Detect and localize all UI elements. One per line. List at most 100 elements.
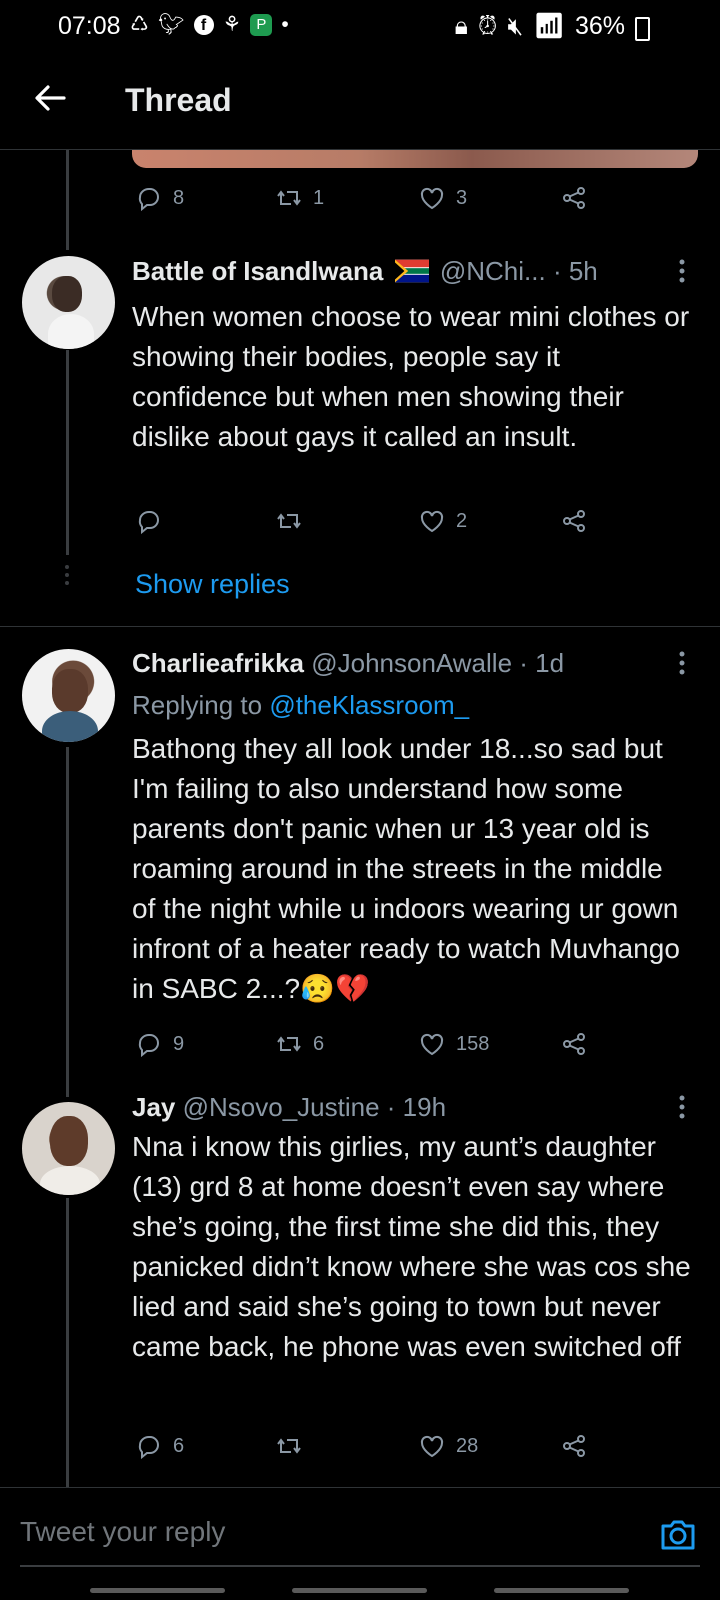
retweet-button[interactable]: 6	[275, 1030, 324, 1058]
status-time: 07:08	[58, 12, 121, 40]
mention-link[interactable]: @theKlassroom_	[269, 690, 469, 720]
reply-button[interactable]: 9	[135, 1030, 184, 1058]
reply-button[interactable]: 8	[135, 184, 184, 212]
back-arrow-icon[interactable]	[30, 78, 70, 118]
emoji: 😥💔	[300, 973, 370, 1004]
like-icon	[420, 510, 444, 533]
mute-icon: 🔇︎	[507, 12, 524, 40]
tweet-author-row: Jay @Nsovo_Justine · 19h	[132, 1092, 446, 1123]
tweet-actions: 8 1 3	[135, 184, 615, 218]
share-button[interactable]	[560, 1432, 588, 1460]
tweet-text-container: Bathong they all look under 18...so sad …	[132, 729, 692, 1009]
like-count: 3	[456, 186, 468, 209]
more-icon[interactable]	[678, 258, 686, 284]
share-button[interactable]	[560, 507, 588, 535]
nav-recents[interactable]	[90, 1588, 225, 1593]
replying-to: Replying to @theKlassroom_	[132, 690, 469, 721]
retweet-button[interactable]	[275, 1432, 313, 1460]
reply-input[interactable]: Tweet your reply	[20, 1516, 225, 1548]
system-icons: 🔒︎ ⏰︎ 🔇︎ 📶︎ 36%	[455, 12, 650, 41]
like-button[interactable]: 28	[418, 1432, 478, 1460]
avatar[interactable]	[22, 256, 115, 349]
reply-input-underline	[20, 1565, 700, 1567]
tweet-text: When women choose to wear mini clothes o…	[132, 301, 690, 452]
nav-back[interactable]	[494, 1588, 629, 1593]
retweet-count: 6	[313, 1032, 325, 1055]
page-title: Thread	[125, 82, 232, 118]
notification-icons: ♺ 🐦︎ f ⚘ P •	[130, 12, 289, 37]
avatar[interactable]	[22, 1102, 115, 1195]
tweet-time: · 5h	[552, 256, 598, 286]
bird-icon: 🐦︎	[157, 12, 185, 36]
like-count: 2	[456, 509, 468, 532]
more-icon[interactable]	[678, 650, 686, 676]
display-name[interactable]: Jay	[132, 1092, 175, 1122]
lock-icon: 🔒︎	[454, 12, 468, 40]
display-name[interactable]: Battle of Isandlwana	[132, 256, 383, 286]
battery-level: 36%	[574, 12, 625, 40]
like-button[interactable]: 3	[418, 184, 467, 212]
facebook-icon: f	[193, 14, 214, 35]
tweet-actions: 6 28	[135, 1432, 615, 1466]
replying-to-label: Replying to	[132, 690, 263, 720]
share-icon	[563, 510, 585, 532]
app-icon: P	[250, 13, 273, 36]
like-count: 28	[456, 1434, 479, 1457]
person-icon: ⚘	[222, 13, 242, 36]
user-handle[interactable]: @Nsovo_Justine	[183, 1092, 380, 1122]
reply-count: 9	[173, 1032, 185, 1055]
reply-button[interactable]: 6	[135, 1432, 184, 1460]
like-button[interactable]: 2	[418, 507, 467, 535]
tweet-time: · 1d	[519, 648, 565, 678]
flag-icon	[394, 259, 429, 283]
retweet-count: 1	[313, 186, 325, 209]
top-app-bar: Thread	[0, 54, 720, 150]
reply-icon	[138, 188, 159, 212]
user-handle[interactable]: @JohnsonAwalle	[311, 648, 512, 678]
avatar[interactable]	[22, 649, 115, 742]
alarm-icon: ⏰︎	[477, 12, 498, 40]
share-icon	[563, 1435, 585, 1457]
retweet-icon	[277, 190, 301, 206]
share-icon	[563, 187, 585, 209]
retweet-button[interactable]	[275, 507, 313, 535]
sync-icon: ♺	[130, 13, 149, 36]
retweet-icon	[277, 513, 301, 529]
share-icon	[563, 1033, 585, 1055]
tweet-actions: 2	[135, 507, 615, 541]
thread-connector	[66, 747, 69, 1097]
status-bar: 07:08 ♺ 🐦︎ f ⚘ P • 🔒︎ ⏰︎ 🔇︎ 📶︎ 36%	[0, 0, 720, 54]
nav-home[interactable]	[292, 1588, 427, 1593]
tweet-author-row: Charlieafrikka @JohnsonAwalle · 1d	[132, 648, 564, 679]
like-count: 158	[456, 1032, 490, 1055]
thread-divider	[0, 626, 720, 627]
tweet-time: · 19h	[386, 1092, 447, 1122]
display-name[interactable]: Charlieafrikka	[132, 648, 304, 678]
reply-count: 6	[173, 1434, 185, 1457]
retweet-icon	[277, 1438, 301, 1454]
reply-count: 8	[173, 186, 185, 209]
user-handle[interactable]: @NChi...	[440, 256, 546, 286]
like-icon	[420, 187, 444, 210]
show-replies-link[interactable]: Show replies	[135, 569, 290, 600]
share-button[interactable]	[560, 1030, 588, 1058]
reply-icon	[138, 1436, 159, 1460]
retweet-button[interactable]: 1	[275, 184, 324, 212]
tweet-author-row: Battle of Isandlwana @NChi... · 5h	[132, 256, 598, 287]
reply-icon	[138, 511, 159, 535]
like-button[interactable]: 158	[418, 1030, 489, 1058]
reply-button[interactable]	[135, 507, 173, 535]
camera-icon[interactable]	[658, 1514, 698, 1554]
share-button[interactable]	[560, 184, 588, 212]
wifi-icon: 📶︎	[533, 12, 565, 40]
thread-connector	[66, 1198, 69, 1488]
tweet-media-image[interactable]	[132, 150, 698, 168]
dot-icon: •	[281, 12, 289, 36]
like-icon	[420, 1435, 444, 1458]
tweet-text: Bathong they all look under 18...so sad …	[132, 733, 680, 1004]
more-icon[interactable]	[678, 1094, 686, 1120]
thread-connector	[66, 150, 69, 250]
thread-connector	[66, 350, 69, 555]
battery-icon	[635, 16, 650, 41]
like-icon	[420, 1033, 444, 1056]
